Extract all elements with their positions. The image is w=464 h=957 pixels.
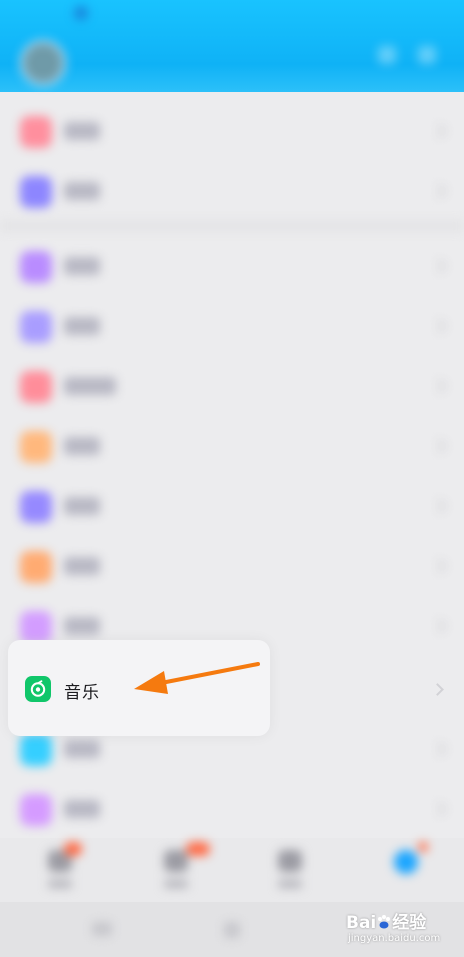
- status-dot: [74, 6, 88, 20]
- item-label: [64, 122, 100, 140]
- chevron-right-icon: [431, 183, 447, 199]
- tab-icon-active[interactable]: [394, 850, 418, 874]
- list-item[interactable]: [0, 417, 464, 477]
- tab-label: [278, 880, 302, 888]
- list-item[interactable]: [0, 477, 464, 537]
- item-icon: [20, 611, 52, 643]
- item-label: [64, 257, 100, 275]
- chevron-right-icon: [431, 618, 447, 634]
- watermark-brand-suffix: 经验: [392, 913, 427, 933]
- list-item[interactable]: [0, 357, 464, 417]
- app-header: [0, 0, 464, 92]
- item-icon: [20, 311, 52, 343]
- list-item[interactable]: [0, 537, 464, 597]
- item-icon: [20, 431, 52, 463]
- paw-icon: [378, 915, 391, 929]
- avatar[interactable]: [20, 40, 66, 86]
- badge: [64, 842, 82, 856]
- item-icon: [20, 116, 52, 148]
- item-icon: [20, 251, 52, 283]
- item-label: [64, 497, 100, 515]
- chevron-right-icon: [431, 438, 447, 454]
- chevron-right-icon: [431, 318, 447, 334]
- watermark: Bai 经验 jingyan.baidu.com: [346, 908, 456, 952]
- item-icon: [20, 176, 52, 208]
- chevron-right-icon: [431, 258, 447, 274]
- item-icon: [20, 794, 52, 826]
- item-label: [64, 182, 100, 200]
- badge: [418, 842, 428, 852]
- item-icon: [20, 551, 52, 583]
- item-icon: [20, 491, 52, 523]
- list-item[interactable]: [0, 162, 464, 222]
- home-icon[interactable]: [224, 922, 240, 938]
- list-item[interactable]: [0, 237, 464, 297]
- chevron-right-icon: [431, 683, 444, 696]
- list-item[interactable]: [0, 102, 464, 162]
- item-icon: [20, 734, 52, 766]
- bottom-tab-bar: [0, 838, 464, 902]
- watermark-url: jingyan.baidu.com: [348, 933, 441, 944]
- tab-label: [164, 880, 188, 888]
- item-label: [64, 317, 100, 335]
- chevron-right-icon: [431, 741, 447, 757]
- badge: [186, 842, 210, 856]
- watermark-brand: Bai: [346, 913, 377, 933]
- chevron-right-icon: [431, 801, 447, 817]
- chevron-right-icon: [431, 123, 447, 139]
- item-label: [64, 617, 100, 635]
- item-label: [64, 377, 116, 395]
- list-item[interactable]: [0, 780, 464, 840]
- tab-label: [48, 880, 72, 888]
- chevron-right-icon: [431, 498, 447, 514]
- section-divider: [0, 220, 464, 232]
- tab-icon[interactable]: [164, 850, 188, 872]
- item-label: [64, 557, 100, 575]
- music-disc-icon[interactable]: [25, 676, 51, 702]
- settings-icon[interactable]: [418, 46, 436, 64]
- tab-icon[interactable]: [278, 850, 302, 872]
- pointer-arrow: [134, 662, 260, 694]
- back-icon[interactable]: [92, 922, 112, 936]
- item-label: [64, 800, 100, 818]
- scan-icon[interactable]: [378, 46, 396, 64]
- item-icon: [20, 371, 52, 403]
- item-label: [64, 437, 100, 455]
- music-item-label[interactable]: 音乐: [64, 678, 100, 703]
- item-label: [64, 740, 100, 758]
- list-item[interactable]: [0, 297, 464, 357]
- chevron-right-icon: [431, 558, 447, 574]
- chevron-right-icon: [431, 378, 447, 394]
